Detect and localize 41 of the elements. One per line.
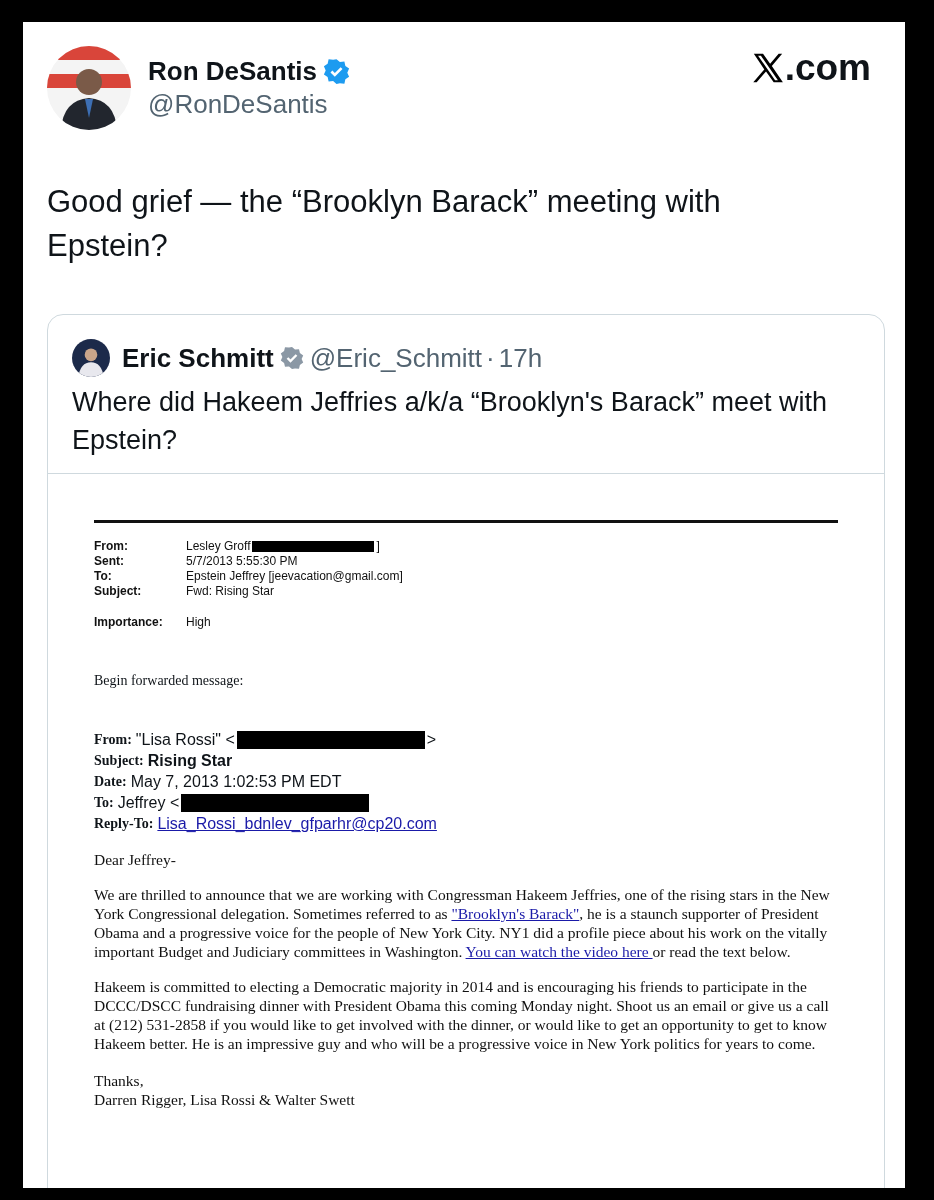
header-label: To: xyxy=(94,794,114,812)
quoted-tweet-card[interactable] xyxy=(47,314,885,1188)
email-link[interactable]: You can watch the video here xyxy=(465,943,653,960)
email-text: Begin forwarded message: xyxy=(94,673,245,689)
bracket: ] xyxy=(376,539,380,553)
header-label: Importance: xyxy=(94,615,164,629)
header-label: Reply-To: xyxy=(94,815,154,833)
header-label: From: xyxy=(94,539,129,553)
site-name: .com xyxy=(784,47,871,89)
email-link[interactable]: Lisa_Rossi_bdnlev_gfparhr@cp20.com xyxy=(157,813,437,834)
author-handle[interactable]: @Eric_Schmitt xyxy=(309,342,483,374)
author-name[interactable]: Ron DeSantis xyxy=(148,56,318,87)
header-value: Lesley Groff xyxy=(186,539,251,553)
avatar[interactable] xyxy=(72,339,110,377)
email-text: Dear Jeffrey- xyxy=(94,850,177,869)
header-label: To: xyxy=(94,569,113,583)
timestamp[interactable]: 17h xyxy=(498,342,543,374)
header-value: "Lisa Rossi" < xyxy=(135,730,235,750)
header-value: Rising Star xyxy=(147,751,233,771)
email-link[interactable]: "Brooklyn's Barack" xyxy=(451,905,580,922)
header-value: Fwd: Rising Star xyxy=(186,584,275,598)
author-handle[interactable]: @RonDeSantis xyxy=(148,89,351,120)
email-signature: Darren Rigger, Lisa Rossi & Walter Swett xyxy=(94,1090,356,1109)
tweet-text: Good grief — the “Brooklyn Barack” meeting with Epstein? xyxy=(47,183,722,265)
header-label: From: xyxy=(94,731,132,749)
author-name[interactable]: Eric Schmitt xyxy=(122,342,274,374)
header-label: Subject: xyxy=(94,752,144,770)
header-value: 5/7/2013 5:55:30 PM xyxy=(186,554,298,568)
header-value: Jeffrey < xyxy=(117,793,180,813)
quoted-tweet-text: Where did Hakeem Jeffries a/k/a “Brooklyn's Barack” meet with Epstein? xyxy=(72,386,828,457)
header-value: High xyxy=(186,615,212,629)
email-paragraph: We are thrilled to announce that we are working with Congressman Hakeem Jeffries, one of the rising stars in the New York Congressional delegation. Sometimes referred to as "Brooklyn's Barack", he is a staunch supporter of President Obama and a progressive voice for the people of New York City. NY1 did a profile piece about his work on the vitally important Budget and Judiciary committees in Washington. You can watch the video here or read the text below. xyxy=(94,885,831,961)
header-label: Sent: xyxy=(94,554,125,568)
email-text: Thanks, xyxy=(94,1071,145,1090)
email-paragraph: Hakeem is committed to electing a Democratic majority in 2014 and is encouraging his friends to participate in the DCCC/DSCC fundraising dinner with President Obama this coming Monday night. Shoot us an email or give us a call at (212) 531-2858 if you would like to get involved with the dinner, or would like to get an opportunity to get to know Hakeem better. He is an impressive guy and who will be a progressive voice in New York politics for years to come. xyxy=(94,977,830,1053)
header-value: Epstein Jeffrey [jeevacation@gmail.com] xyxy=(186,569,403,583)
header-label: Subject: xyxy=(94,584,143,598)
header-value: May 7, 2013 1:02:53 PM EDT xyxy=(130,772,342,792)
separator: · xyxy=(486,342,495,374)
bracket: > xyxy=(426,730,437,750)
header-label: Date: xyxy=(94,773,127,791)
